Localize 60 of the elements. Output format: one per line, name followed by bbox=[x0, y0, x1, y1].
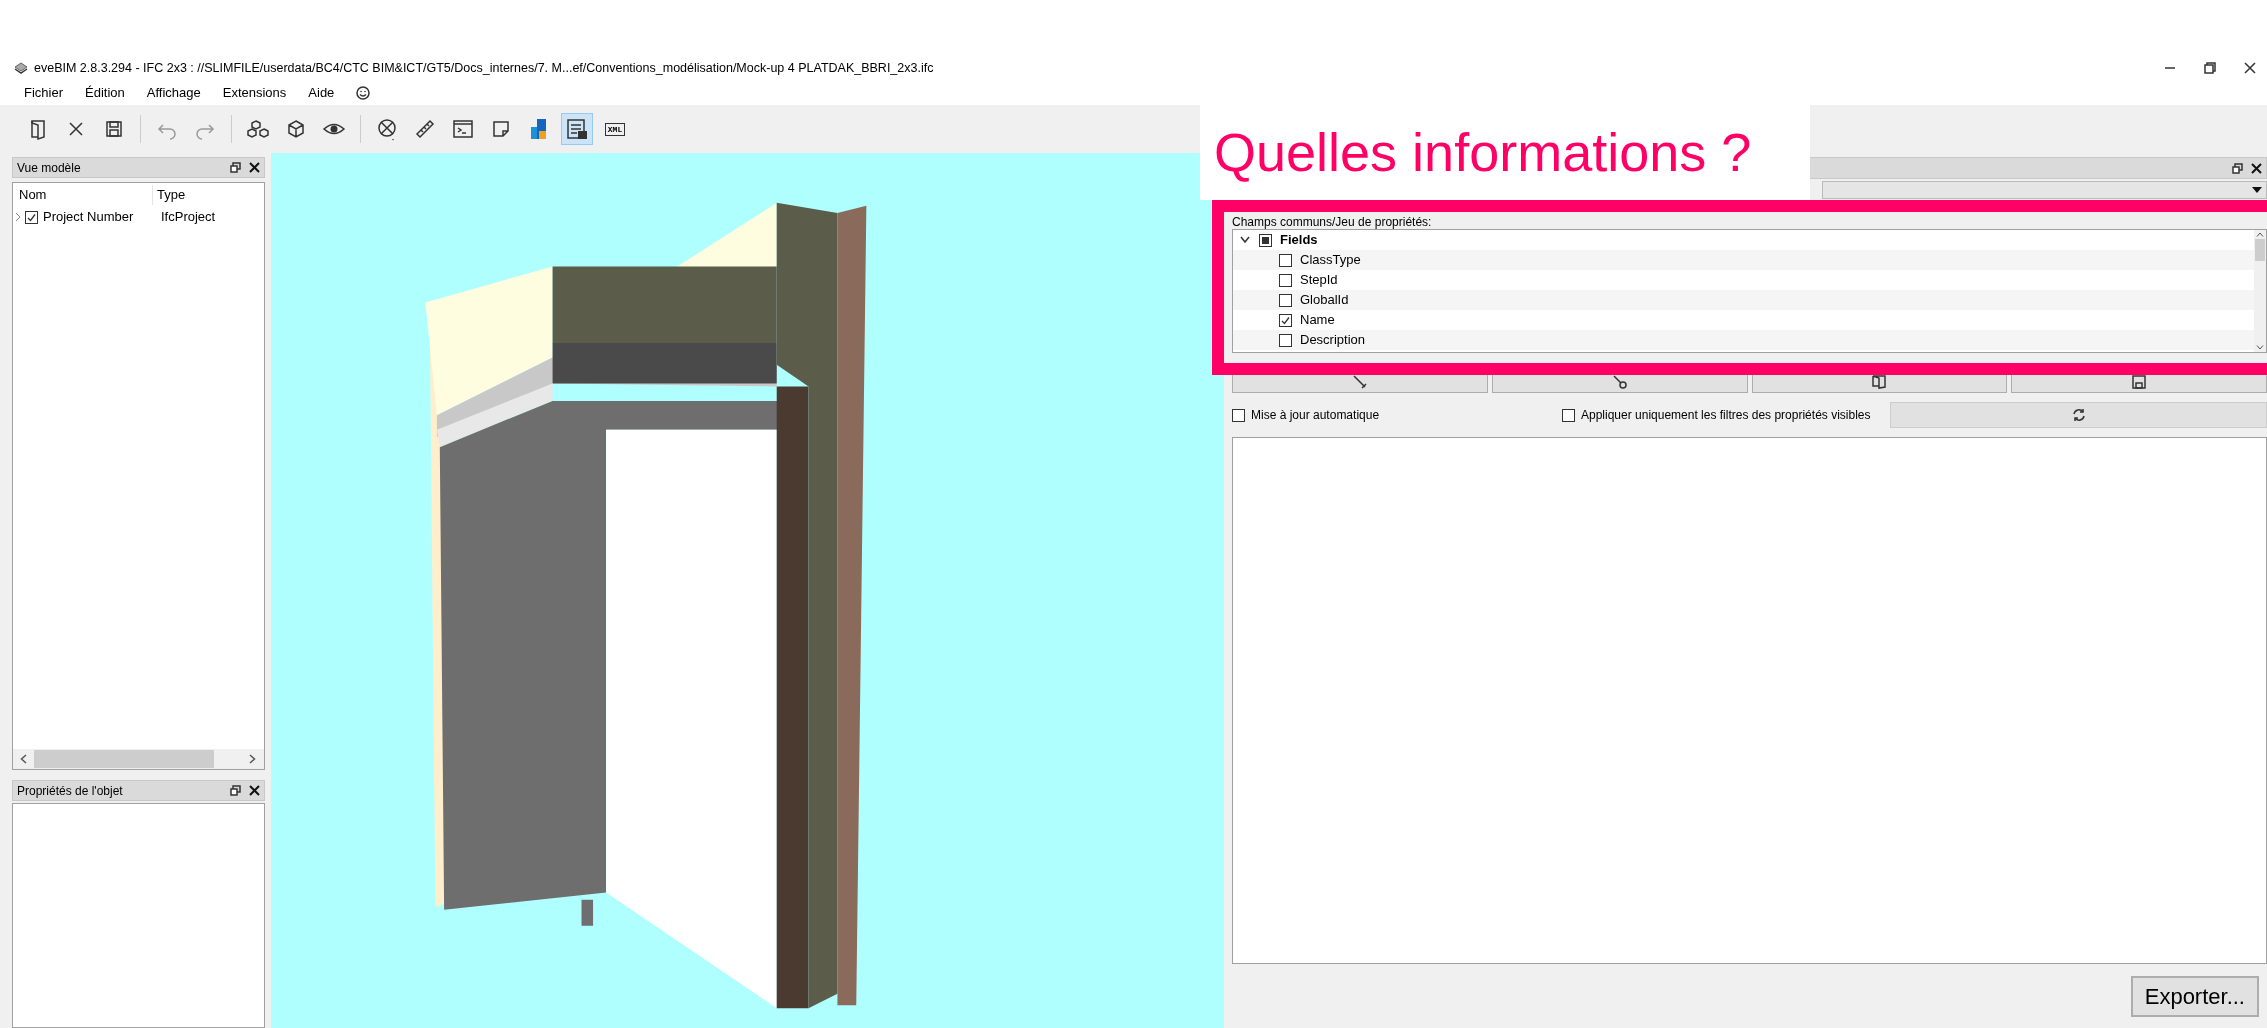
scroll-down-icon[interactable] bbox=[2256, 345, 2264, 350]
scroll-left-icon[interactable] bbox=[20, 754, 27, 764]
close-icon[interactable] bbox=[2251, 162, 2262, 174]
window-title: eveBIM 2.8.3.294 - IFC 2x3 : //SLIMFILE/userdata/BC4/CTC BIM&ICT/GT5/Docs_internes/7. M...ef/Conventions_modélisation/Mock-up 4 PLATDAK_BBRI_2x3.ifc bbox=[34, 59, 934, 77]
refresh-icon bbox=[2071, 408, 2086, 422]
caret-icon bbox=[2252, 187, 2262, 193]
checkbox[interactable] bbox=[25, 210, 38, 224]
menu-item[interactable]: Aide bbox=[308, 83, 335, 103]
cubes-icon bbox=[246, 117, 270, 141]
panel-title: Vue modèle bbox=[17, 159, 81, 177]
horizontal-scrollbar[interactable] bbox=[13, 749, 264, 769]
door-icon bbox=[1872, 375, 1887, 389]
close-icon[interactable] bbox=[249, 162, 260, 173]
checkbox[interactable] bbox=[1279, 273, 1292, 287]
vertical-scrollbar[interactable] bbox=[2254, 230, 2266, 352]
terminal-icon bbox=[451, 117, 475, 141]
float-icon[interactable] bbox=[2232, 162, 2243, 174]
save-icon bbox=[2132, 375, 2147, 389]
scroll-up-icon[interactable] bbox=[2256, 232, 2264, 237]
float-icon[interactable] bbox=[230, 785, 241, 796]
slide-heading: Quelles informations ? bbox=[1200, 105, 1810, 200]
checkbox-option[interactable]: Appliquer uniquement les filtres des propriétés visibles bbox=[1562, 406, 1871, 424]
scrollbar-thumb[interactable] bbox=[2255, 239, 2265, 261]
checkbox[interactable] bbox=[1279, 253, 1292, 267]
ruler-icon bbox=[413, 117, 437, 141]
column-header: Type bbox=[156, 186, 186, 205]
tree-item[interactable]: Project Number bbox=[43, 207, 161, 227]
checkbox[interactable] bbox=[1279, 293, 1292, 307]
scroll-right-icon[interactable] bbox=[249, 754, 256, 764]
pencil-icon bbox=[1352, 375, 1367, 389]
checkbox-option[interactable]: Mise à jour automatique bbox=[1232, 406, 1562, 424]
tree-item[interactable]: ClassType bbox=[1300, 250, 1361, 270]
float-icon[interactable] bbox=[230, 162, 241, 173]
toolbar-button[interactable] bbox=[561, 113, 593, 145]
panel-title: Propriétés de l'objet bbox=[17, 782, 123, 800]
smiley-icon[interactable] bbox=[356, 86, 371, 100]
close-icon[interactable] bbox=[249, 785, 260, 796]
scrollbar-thumb[interactable] bbox=[34, 750, 214, 768]
tree-item[interactable]: Description bbox=[1300, 330, 1366, 350]
menu-item[interactable]: Fichier bbox=[24, 83, 63, 103]
field-label: Champs communs/Jeu de propriétés: bbox=[1232, 214, 1433, 229]
crossed-circle-icon bbox=[375, 117, 399, 141]
properties-icon bbox=[565, 117, 589, 141]
xml-button[interactable]: XML bbox=[599, 113, 631, 145]
checkbox[interactable] bbox=[1279, 313, 1292, 327]
menu-item[interactable]: Affichage bbox=[146, 83, 201, 103]
tree-item[interactable]: Fields bbox=[1280, 230, 1318, 250]
app-logo-icon bbox=[14, 62, 28, 74]
checkbox[interactable] bbox=[1279, 333, 1292, 347]
close-icon[interactable] bbox=[2243, 61, 2257, 75]
column-header: Nom bbox=[13, 185, 153, 205]
tree-item[interactable]: Name bbox=[1300, 310, 1335, 330]
tree-item[interactable]: GlobalId bbox=[1300, 290, 1349, 310]
export-button[interactable]: Exporter... bbox=[2130, 975, 2259, 1017]
menu-item[interactable]: Extensions bbox=[222, 83, 287, 103]
filter-remove-icon bbox=[1612, 375, 1627, 389]
restore-icon[interactable] bbox=[2203, 61, 2217, 75]
menu-item[interactable]: Édition bbox=[85, 83, 125, 103]
tree-item[interactable]: StepId bbox=[1300, 270, 1338, 290]
type-cell-text: IfcProject bbox=[161, 208, 216, 227]
